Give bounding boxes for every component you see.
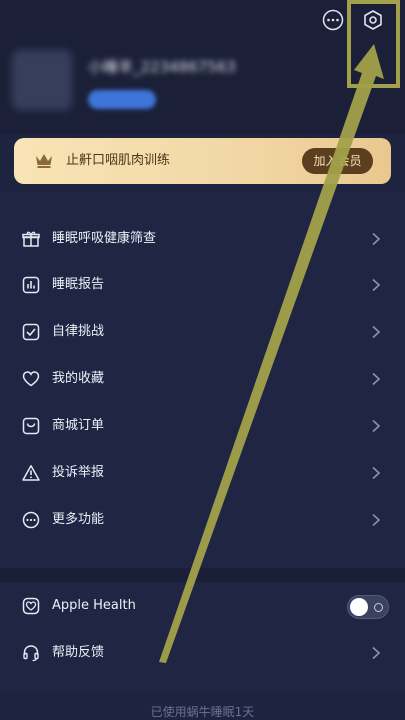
user-badge [88,90,156,109]
menu-item-label: 睡眠呼吸健康筛查 [52,231,157,246]
user-nickname[interactable]: 小睡羊_2234867563 [88,56,276,78]
ellipsis-circle-icon [22,511,40,529]
health-heart-icon [22,597,40,615]
settings-list: Apple Health 帮助反馈 [0,582,405,694]
menu-item-complaint-report[interactable]: 投诉举报 [0,450,405,496]
menu-item-mall-orders[interactable]: 商城订单 [0,403,405,449]
apple-health-label: Apple Health [52,598,136,613]
section-divider [0,568,405,582]
chevron-right-icon [372,325,381,339]
toggle-knob [350,598,368,616]
profile-screen: 小睡羊_2234867563 止鼾口咽肌肉训练 加入会员 睡眠呼吸健康筛查 睡眠… [0,0,405,720]
menu-item-help-feedback[interactable]: 帮助反馈 [0,630,405,676]
avatar[interactable] [12,50,72,110]
usage-days-text: 已使用蜗牛睡眠1天 [150,705,255,719]
menu-item-label: 睡眠报告 [52,277,105,292]
chevron-right-icon [372,466,381,480]
chevron-right-icon [372,232,381,246]
menu-item-label: 商城订单 [52,418,105,433]
warning-triangle-icon [22,465,40,481]
chevron-right-icon [372,419,381,433]
menu-item-sleep-breathing-screening[interactable]: 睡眠呼吸健康筛查 [0,216,405,262]
crown-icon [36,154,52,168]
menu-item-label: 帮助反馈 [52,645,105,660]
menu-list: 睡眠呼吸健康筛查 睡眠报告 自律挑战 我的收藏 商城订单 投诉举报 更多功能 [0,192,405,568]
chevron-right-icon [372,646,381,660]
join-membership-button[interactable]: 加入会员 [302,148,373,174]
menu-item-label: 自律挑战 [52,324,105,339]
menu-item-label: 更多功能 [52,512,105,527]
shopping-bag-icon [22,417,40,435]
check-square-icon [22,323,40,341]
menu-item-self-discipline-challenge[interactable]: 自律挑战 [0,309,405,355]
chevron-right-icon [372,372,381,386]
menu-item-more-features[interactable]: 更多功能 [0,497,405,543]
menu-item-favorites[interactable]: 我的收藏 [0,356,405,402]
membership-title: 止鼾口咽肌肉训练 [66,153,171,168]
menu-item-label: 投诉举报 [52,465,105,480]
headset-icon [23,645,39,662]
profile-header: 小睡羊_2234867563 [0,0,405,135]
settings-highlight-box [347,0,400,88]
chevron-right-icon [372,278,381,292]
heart-icon [22,371,40,387]
bar-chart-icon [22,276,40,294]
gift-icon [22,231,40,247]
apple-health-toggle[interactable] [347,595,389,619]
more-options-icon[interactable] [321,8,345,32]
menu-item-sleep-report[interactable]: 睡眠报告 [0,262,405,308]
chevron-right-icon [372,513,381,527]
menu-item-label: 我的收藏 [52,371,105,386]
membership-banner[interactable]: 止鼾口咽肌肉训练 加入会员 [14,138,391,184]
toggle-off-indicator [374,603,383,612]
apple-health-row: Apple Health [0,583,405,629]
